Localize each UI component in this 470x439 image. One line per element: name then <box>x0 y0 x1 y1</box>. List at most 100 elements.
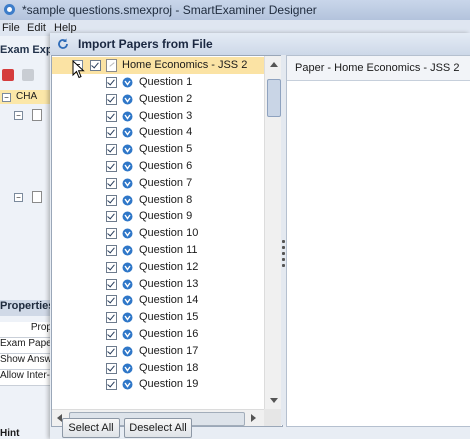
question-tree-item[interactable]: Question 14 <box>52 292 264 309</box>
question-tree-item[interactable]: Question 11 <box>52 242 264 259</box>
menu-edit[interactable]: Edit <box>27 22 46 34</box>
properties-row: Prop <box>0 322 52 338</box>
question-tree-item[interactable]: Question 10 <box>52 225 264 242</box>
question-tree-item[interactable]: Question 2 <box>52 91 264 108</box>
question-label: Question 5 <box>139 143 193 156</box>
question-checkbox[interactable] <box>106 261 117 273</box>
tree-root-label: CHA <box>16 91 38 102</box>
properties-row[interactable]: Show Answ <box>0 354 52 370</box>
question-icon <box>122 77 133 88</box>
question-tree-item[interactable]: Question 15 <box>52 309 264 326</box>
select-all-button[interactable]: Select All <box>62 418 120 438</box>
preview-title: Paper - Home Economics - JSS 2 <box>295 62 460 74</box>
grip-dot <box>282 252 285 255</box>
question-checkbox[interactable] <box>106 345 117 357</box>
scrollbar-thumb[interactable] <box>267 79 281 117</box>
question-icon <box>122 262 133 273</box>
properties-row[interactable]: Allow Inter- <box>0 370 52 386</box>
deselect-all-button[interactable]: Deselect All <box>124 418 192 438</box>
question-checkbox[interactable] <box>106 379 117 391</box>
question-label: Question 11 <box>139 244 198 256</box>
question-icon <box>122 279 133 290</box>
question-checkbox[interactable] <box>106 329 117 340</box>
question-icon <box>122 94 133 105</box>
vertical-scrollbar[interactable] <box>264 56 282 409</box>
question-checkbox[interactable] <box>106 228 117 240</box>
dialog-title: Import Papers from File <box>78 37 213 51</box>
question-checkbox[interactable] <box>106 127 117 139</box>
properties-title: Properties <box>0 300 52 316</box>
properties-row[interactable]: Exam Paper <box>0 338 52 354</box>
question-label: Question 7 <box>139 176 193 189</box>
question-checkbox[interactable] <box>106 110 117 122</box>
question-icon <box>122 178 133 189</box>
question-checkbox[interactable] <box>106 295 117 307</box>
question-checkbox[interactable] <box>106 161 117 172</box>
question-tree-item[interactable]: Question 6 <box>52 158 264 175</box>
mouse-cursor-icon <box>72 60 85 79</box>
question-tree-item[interactable]: Question 16 <box>52 326 264 343</box>
question-icon <box>122 161 133 172</box>
question-tree-item[interactable]: Question 12 <box>52 259 264 276</box>
menu-file[interactable]: File <box>2 22 20 34</box>
question-icon <box>122 346 133 357</box>
question-tree-item[interactable]: Question 9 <box>52 208 264 225</box>
question-checkbox[interactable] <box>106 278 117 290</box>
question-tree-item[interactable]: Question 17 <box>52 343 264 360</box>
question-label: Question 19 <box>139 378 199 391</box>
question-label: Question 9 <box>139 210 193 223</box>
question-label: Question 12 <box>139 260 199 273</box>
question-tree-item[interactable]: Question 8 <box>52 192 264 209</box>
question-icon <box>122 312 133 323</box>
scroll-down-icon[interactable] <box>270 398 278 403</box>
question-checkbox[interactable] <box>106 245 117 256</box>
question-tree-item[interactable]: Question 19 <box>52 376 264 393</box>
question-checkbox[interactable] <box>106 93 117 105</box>
question-tree-item[interactable]: Question 5 <box>52 141 264 158</box>
scroll-right-icon[interactable] <box>251 414 256 422</box>
question-checkbox[interactable] <box>106 362 117 374</box>
paper-checkbox[interactable] <box>90 60 101 71</box>
question-checkbox[interactable] <box>106 177 117 189</box>
dialog-title-bar: Import Papers from File <box>50 33 470 55</box>
question-label: Question 1 <box>139 76 193 88</box>
question-tree-item[interactable]: Question 3 <box>52 108 264 125</box>
scroll-up-icon[interactable] <box>270 62 278 67</box>
grip-dot <box>282 258 285 261</box>
question-checkbox[interactable] <box>106 312 117 324</box>
papers-tree[interactable]: Home Economics - JSS 2 Question 1 Questio… <box>51 55 283 427</box>
hint-title: Hint <box>0 428 20 439</box>
question-tree-item[interactable]: Question 13 <box>52 276 264 293</box>
question-label: Question 8 <box>139 193 193 206</box>
paper-label: Home Economics - JSS 2 <box>122 59 248 71</box>
preview-header: Paper - Home Economics - JSS 2 <box>287 56 470 81</box>
delete-icon[interactable] <box>2 69 14 81</box>
question-icon <box>122 363 133 374</box>
collapse-icon[interactable]: − <box>14 111 23 120</box>
collapse-icon[interactable]: − <box>14 193 23 202</box>
question-tree-item[interactable]: Question 18 <box>52 360 264 377</box>
question-icon <box>122 295 133 306</box>
question-label: Question 14 <box>139 294 199 307</box>
question-icon <box>122 211 133 222</box>
question-checkbox[interactable] <box>106 211 117 223</box>
import-dialog: Import Papers from File Home Economics -… <box>50 33 470 439</box>
question-checkbox[interactable] <box>106 144 117 156</box>
refresh-icon <box>58 38 68 49</box>
question-checkbox[interactable] <box>106 194 117 206</box>
collapse-icon[interactable]: − <box>2 93 11 102</box>
question-icon <box>122 111 133 122</box>
question-icon <box>122 127 133 138</box>
paper-icon <box>32 109 42 121</box>
tree-root-item[interactable]: − CHA <box>0 90 52 104</box>
question-icon <box>122 144 133 155</box>
question-tree-item[interactable]: Question 7 <box>52 175 264 192</box>
question-checkbox[interactable] <box>106 77 117 88</box>
settings-icon[interactable] <box>22 69 34 81</box>
question-icon <box>122 195 133 206</box>
question-tree-item[interactable]: Question 4 <box>52 124 264 141</box>
explorer-title: Exam Explo <box>0 44 52 56</box>
question-label: Question 16 <box>139 328 199 340</box>
paper-preview-panel: Paper - Home Economics - JSS 2 <box>286 55 470 427</box>
app-icon <box>4 4 15 15</box>
